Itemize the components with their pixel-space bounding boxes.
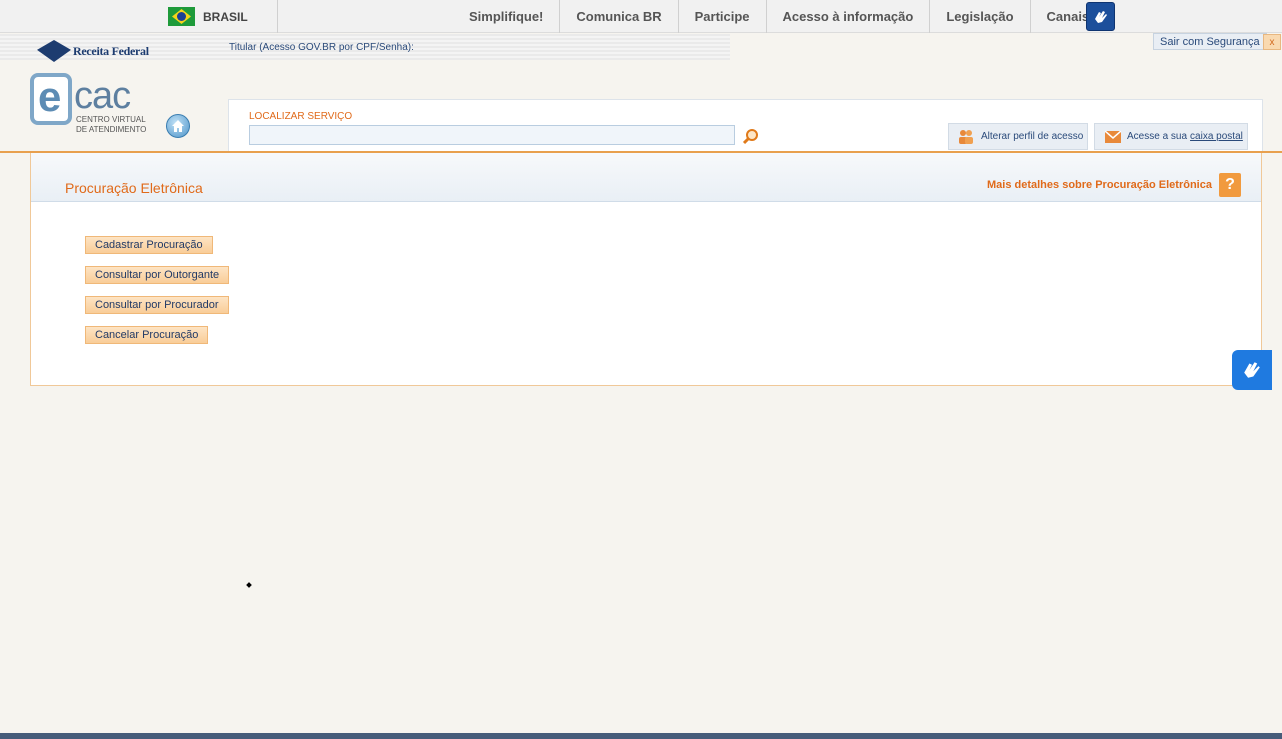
logout-button[interactable]: Sair com Segurança <box>1153 33 1267 50</box>
libras-hands-icon[interactable] <box>1086 2 1115 31</box>
brazil-flag-icon <box>168 7 195 26</box>
ecac-subtitle-line1: CENTRO VIRTUAL <box>76 115 146 124</box>
receita-federal-logo[interactable]: Receita Federal <box>37 40 149 62</box>
alterar-perfil-button[interactable]: Alterar perfil de acesso <box>948 123 1088 150</box>
logout-close-button[interactable]: x <box>1263 34 1281 50</box>
brasil-label: BRASIL <box>203 9 248 24</box>
ecac-e-mark: e <box>30 73 72 125</box>
receita-federal-label: Receita Federal <box>73 43 149 58</box>
nav-simplifique[interactable]: Simplifique! <box>453 0 561 33</box>
content-panel: Procuração Eletrônica Mais detalhes sobr… <box>30 153 1262 386</box>
titular-info: Titular (Acesso GOV.BR por CPF/Senha): <box>229 42 414 53</box>
alterar-perfil-label: Alterar perfil de acesso <box>981 131 1084 142</box>
ecac-e-letter: e <box>38 73 62 120</box>
details-link[interactable]: Mais detalhes sobre Procuração Eletrônic… <box>987 179 1212 191</box>
search-panel: LOCALIZAR SERVIÇO Alterar perfil de aces… <box>228 99 1263 152</box>
gov-bar: BRASIL Simplifique! Comunica BR Particip… <box>0 0 1282 33</box>
ecac-subtitle-line2: DE ATENDIMENTO <box>76 125 147 134</box>
gov-nav: Simplifique! Comunica BR Participe Acess… <box>453 0 1105 33</box>
caixa-postal-prefix: Acesse a sua <box>1127 131 1188 142</box>
page-title: Procuração Eletrônica <box>65 180 203 196</box>
ecac-cac-text: cac <box>74 75 131 117</box>
consultar-procurador-button[interactable]: Consultar por Procurador <box>85 296 229 314</box>
nav-comunica-br[interactable]: Comunica BR <box>560 0 679 33</box>
help-icon[interactable]: ? <box>1219 173 1241 197</box>
consultar-outorgante-button[interactable]: Consultar por Outorgante <box>85 266 230 284</box>
ecac-logo[interactable]: e cac CENTRO VIRTUAL DE ATENDIMENTO <box>30 73 160 139</box>
receita-diamond-icon <box>37 40 71 62</box>
cancelar-procuracao-button[interactable]: Cancelar Procuração <box>85 326 209 344</box>
search-input[interactable] <box>249 125 735 145</box>
ecac-subtitle: CENTRO VIRTUAL DE ATENDIMENTO <box>76 115 146 135</box>
search-label: LOCALIZAR SERVIÇO <box>249 111 353 122</box>
nav-legislacao[interactable]: Legislação <box>930 0 1031 33</box>
content-header: Procuração Eletrônica Mais detalhes sobr… <box>31 153 1261 202</box>
mail-icon <box>1105 130 1121 143</box>
nav-participe[interactable]: Participe <box>679 0 767 33</box>
libras-widget-icon[interactable] <box>1232 350 1272 390</box>
brasil-link[interactable]: BRASIL <box>168 0 278 33</box>
nav-acesso-informacao[interactable]: Acesso à informação <box>767 0 931 33</box>
bottom-bar <box>0 733 1282 739</box>
caixa-postal-link[interactable]: caixa postal <box>1190 131 1243 142</box>
search-icon[interactable] <box>741 127 761 147</box>
users-icon <box>959 129 973 144</box>
caixa-postal-button[interactable]: Acesse a sua caixa postal <box>1094 123 1248 150</box>
cadastrar-procuracao-button[interactable]: Cadastrar Procuração <box>85 236 213 254</box>
home-icon[interactable] <box>166 114 190 138</box>
mouse-cursor <box>246 582 252 588</box>
